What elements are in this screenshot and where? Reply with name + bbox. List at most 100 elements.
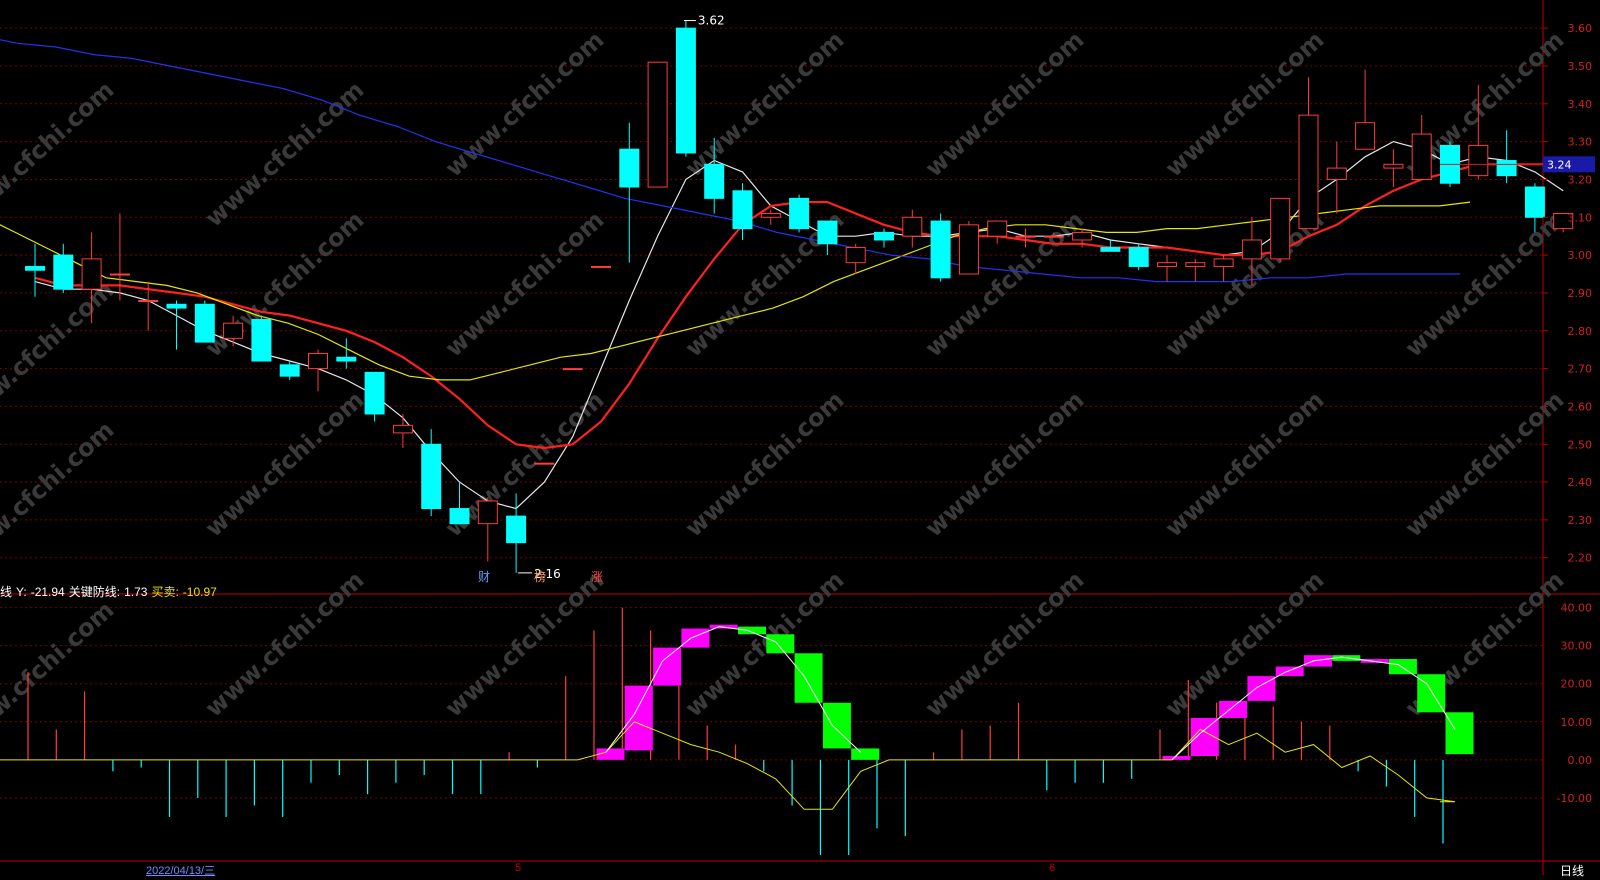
candle-body-down[interactable] — [619, 148, 640, 188]
candle-body-down[interactable] — [1496, 160, 1517, 177]
watermark-text: www.cfchi.com — [440, 206, 610, 363]
candle-body-up[interactable] — [1270, 197, 1291, 260]
candle-body-down[interactable] — [53, 254, 74, 290]
candle-body-down[interactable] — [930, 220, 951, 279]
candle-body-down[interactable] — [449, 508, 470, 525]
price-tick-label: 2.20 — [1568, 552, 1593, 565]
candle-body-down[interactable] — [421, 443, 442, 510]
candle-body-up[interactable] — [760, 212, 781, 218]
watermark-text: www.cfchi.com — [200, 566, 370, 723]
candle-body-up[interactable] — [958, 224, 979, 275]
candle-body-up[interactable] — [81, 258, 102, 290]
candle-body-up[interactable] — [591, 265, 611, 268]
candle-body-up[interactable] — [308, 352, 328, 370]
candle-body-up[interactable] — [477, 500, 498, 525]
price-tick-label: 3.50 — [1568, 60, 1593, 73]
candle-body-up[interactable] — [1326, 167, 1347, 180]
candle-body-down[interactable] — [279, 364, 300, 377]
indicator-block-magenta — [1162, 756, 1191, 760]
indicator-block-magenta — [709, 624, 738, 629]
indicator-block-green — [1388, 658, 1417, 675]
indicator-key-value: 1.73 — [124, 585, 148, 599]
marker-cai[interactable]: 财 — [478, 568, 490, 585]
indicator-prefix: 线 — [0, 585, 13, 599]
price-tick-label: 3.30 — [1568, 136, 1593, 149]
candle-body-up[interactable] — [1468, 144, 1489, 177]
price-tick-label: 2.90 — [1568, 287, 1593, 300]
candle-body-up[interactable] — [1355, 122, 1376, 150]
indicator-block-green — [851, 748, 880, 760]
indicator-tick-label: 10.00 — [1561, 716, 1593, 729]
candle-body-down[interactable] — [1100, 247, 1121, 252]
watermark-text: www.cfchi.com — [0, 416, 120, 573]
indicator-block-magenta — [1304, 655, 1332, 667]
watermark-text: www.cfchi.com — [1160, 386, 1330, 543]
price-tick-label: 3.60 — [1568, 22, 1593, 35]
candle-body-up[interactable] — [223, 322, 244, 339]
candle-body-up[interactable] — [1213, 258, 1234, 267]
candle-body-down[interactable] — [194, 303, 215, 343]
watermark-text: www.cfchi.com — [0, 76, 120, 233]
candle-body-up[interactable] — [1015, 235, 1036, 238]
candle-body-up[interactable] — [1411, 133, 1432, 180]
candle-body-up[interactable] — [138, 300, 159, 302]
marker-zhang[interactable]: 涨 — [591, 568, 603, 585]
kline-chart-svg: www.cfchi.com www.cfchi.com www.cfchi.com w… — [0, 0, 1600, 875]
price-tick-label: 2.60 — [1568, 400, 1593, 413]
candle-body-down[interactable] — [817, 220, 838, 245]
candle-body-up[interactable] — [1157, 262, 1177, 267]
indicator-block-magenta — [1360, 658, 1389, 663]
indicator-y-value: -21.94 — [30, 585, 65, 599]
period-tab-daily[interactable]: 日线 — [1560, 862, 1584, 879]
candle-body-down[interactable] — [874, 231, 894, 241]
candle-body-up[interactable] — [647, 61, 668, 188]
candle-body-up[interactable] — [109, 273, 130, 276]
candle-body-up[interactable] — [1241, 239, 1262, 260]
candle-body-down[interactable] — [675, 27, 696, 154]
candle-body-down[interactable] — [1128, 247, 1149, 267]
watermark-text: www.cfchi.com — [680, 386, 850, 543]
candle-body-up[interactable] — [1383, 163, 1404, 169]
candle-body-down[interactable] — [25, 265, 45, 271]
price-tick-label: 3.20 — [1568, 173, 1593, 186]
candle-body-up[interactable] — [1072, 231, 1093, 241]
candle-body-up[interactable] — [1185, 262, 1206, 267]
candle-body-up[interactable] — [534, 462, 555, 465]
watermark-text: www.cfchi.com — [0, 276, 120, 433]
indicator-block-magenta — [1219, 700, 1248, 718]
price-tick-label: 2.40 — [1568, 476, 1593, 489]
candle-body-down[interactable] — [364, 371, 385, 415]
marker-bang[interactable]: 榜 — [534, 568, 546, 585]
x-axis-month-6: 6 — [1049, 862, 1056, 874]
candle-body-up[interactable] — [1298, 114, 1319, 230]
watermark-text: www.cfchi.com — [200, 76, 370, 233]
watermark-text: www.cfchi.com — [200, 386, 370, 543]
indicator-block-magenta — [653, 647, 682, 686]
candle-body-up[interactable] — [392, 424, 413, 434]
price-tick-label: 2.30 — [1568, 514, 1593, 527]
indicator-tick-label: 30.00 — [1561, 640, 1593, 653]
candle-body-down[interactable] — [732, 190, 753, 230]
indicator-header: 线 Y: -21.94 关键防线: 1.73 买卖: -10.97 — [0, 583, 221, 599]
candle-body-up[interactable] — [845, 247, 866, 264]
indicator-block-green — [1445, 712, 1474, 755]
candle-body-down[interactable] — [251, 318, 272, 362]
watermark-text: www.cfchi.com — [0, 596, 120, 753]
candle-body-down[interactable] — [336, 356, 357, 362]
candle-body-up[interactable] — [902, 216, 923, 237]
price-tick-label: 3.40 — [1568, 98, 1593, 111]
candle-body-up[interactable] — [987, 220, 1008, 237]
candle-body-up[interactable] — [562, 368, 583, 371]
watermark-text: www.cfchi.com — [1160, 566, 1330, 723]
candle-body-up[interactable] — [1043, 235, 1064, 238]
ma60-line — [0, 39, 1460, 283]
candle-body-down[interactable] — [789, 197, 810, 230]
candle-body-down[interactable] — [166, 303, 187, 309]
x-axis-date-label[interactable]: 2022/04/13/三 — [146, 862, 215, 878]
candle-body-down[interactable] — [1524, 186, 1545, 218]
candle-body-down[interactable] — [506, 515, 527, 544]
price-tick-label: 3.00 — [1568, 249, 1593, 262]
candle-body-down[interactable] — [704, 163, 725, 199]
indicator-trade-value: -10.97 — [182, 585, 217, 599]
indicator-key-label: 关键防线: — [68, 585, 121, 599]
